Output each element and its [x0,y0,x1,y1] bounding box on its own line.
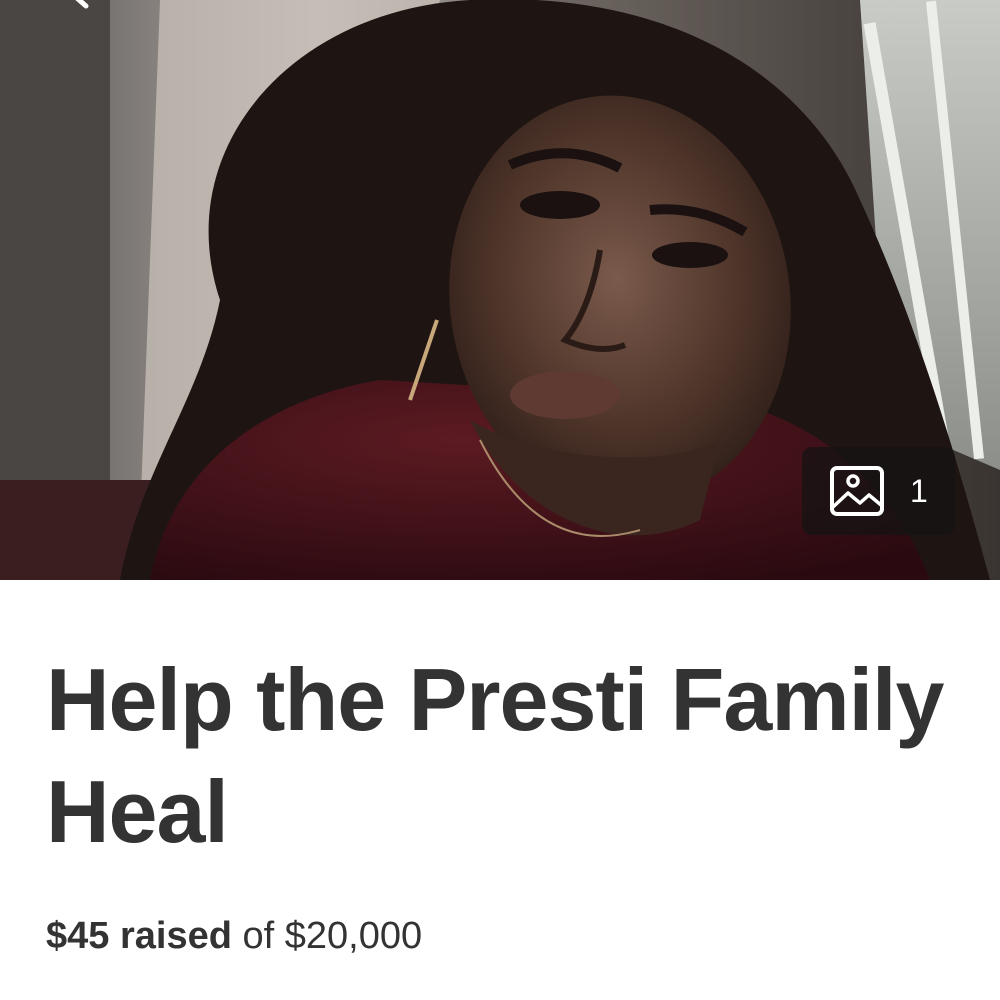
photo-count: 1 [910,473,928,509]
photo-count-badge[interactable]: 1 [802,447,955,535]
fundraiser-screen: 1 Help the Presti Family Heal $45 raised… [0,0,1000,1000]
campaign-cover-photo[interactable]: 1 [0,0,1000,580]
fundraising-progress: $45 raised of $20,000 [46,913,422,959]
back-button[interactable] [44,0,104,34]
back-arrow-icon [75,0,89,9]
campaign-title: Help the Presti Family Heal [46,650,944,861]
image-gallery-icon [830,466,884,516]
raised-amount: $45 raised [46,915,232,957]
goal-amount: of $20,000 [231,915,423,957]
